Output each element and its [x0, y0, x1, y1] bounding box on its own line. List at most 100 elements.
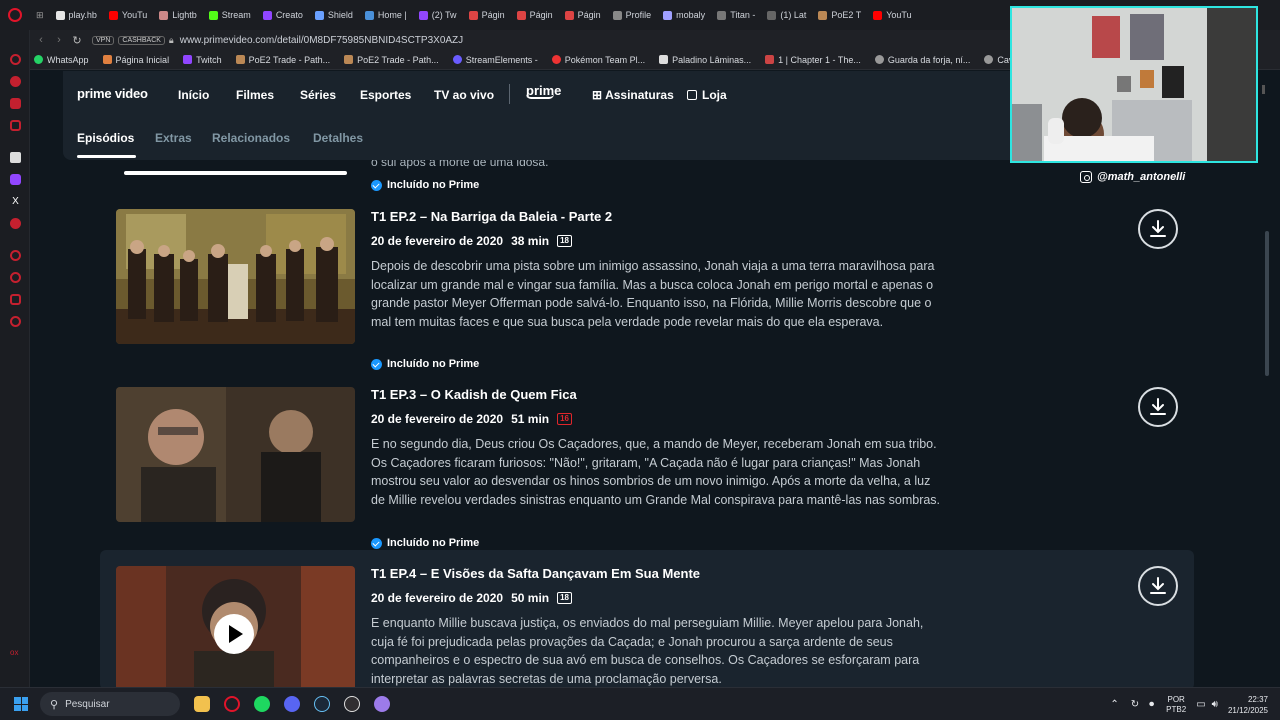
browser-tab[interactable]: (2) Tw [413, 4, 463, 26]
taskbar-search[interactable]: ⚲ Pesquisar [40, 692, 180, 716]
browser-tab[interactable]: PoE2 T [812, 4, 867, 26]
sidebar-app-icon[interactable] [10, 218, 21, 229]
tab-label: Profile [625, 10, 652, 20]
app-taskbar-icon[interactable] [374, 696, 390, 712]
bookmark-item[interactable]: 1 | Chapter 1 - The... [765, 55, 861, 65]
obs-icon[interactable] [344, 696, 360, 712]
display-icon[interactable]: ▭ [1196, 699, 1205, 710]
episode-thumbnail[interactable] [116, 209, 355, 344]
nav-filmes[interactable]: Filmes [236, 88, 274, 102]
tab-label: Págin [577, 10, 601, 20]
chat-icon[interactable] [10, 98, 21, 109]
tab-detalhes[interactable]: Detalhes [313, 131, 363, 145]
prime-logo[interactable]: prime [526, 83, 561, 99]
play-button[interactable] [214, 614, 254, 654]
episode-title[interactable]: T1 EP.2 – Na Barriga da Baleia - Parte 2 [371, 209, 612, 224]
url-field[interactable]: www.primevideo.com/detail/0M8DF75985NBNI… [180, 35, 463, 46]
download-button[interactable] [1138, 566, 1178, 606]
ai-icon[interactable] [10, 152, 21, 163]
file-explorer-icon[interactable] [194, 696, 210, 712]
browser-tab[interactable]: Titan - [711, 4, 761, 26]
browser-tab[interactable]: Págin [559, 4, 607, 26]
included-badge: Incluído no Prime [371, 179, 479, 191]
prime-video-logo[interactable]: prime video [77, 86, 148, 101]
windows-start-icon[interactable] [14, 697, 28, 711]
episode-title[interactable]: T1 EP.3 – O Kadish de Quem Fica [371, 387, 577, 402]
twitch-sidebar-icon[interactable] [10, 174, 21, 185]
mic-icon[interactable]: ⏺ [1149, 699, 1154, 710]
bookmarks-sidebar-icon[interactable] [10, 294, 21, 305]
x-icon[interactable]: X [10, 196, 21, 207]
tab-label: play.hb [68, 10, 97, 20]
settings-icon[interactable] [10, 316, 21, 327]
browser-tab[interactable]: Págin [511, 4, 559, 26]
browser-tab[interactable]: Home | [359, 4, 413, 26]
music-icon[interactable] [10, 250, 21, 261]
opera-taskbar-icon[interactable] [224, 696, 240, 712]
cashback-badge[interactable]: CASHBACK [118, 35, 165, 45]
nav-subscriptions[interactable]: ⊞ Assinaturas [592, 88, 674, 102]
nav-series[interactable]: Séries [300, 88, 336, 102]
browser-tab[interactable]: play.hb [50, 4, 103, 26]
download-button[interactable] [1138, 387, 1178, 427]
instagram-icon[interactable] [10, 120, 21, 131]
browser-tab[interactable]: Lightb [153, 4, 203, 26]
vpn-badge[interactable]: VPN [92, 35, 115, 45]
browser-tab[interactable]: Págin [463, 4, 511, 26]
browser-tab[interactable]: mobaly [657, 4, 711, 26]
episode-thumbnail[interactable] [116, 387, 355, 522]
whatsapp-sidebar-icon[interactable] [10, 76, 21, 87]
steam-icon[interactable] [314, 696, 330, 712]
bookmark-item[interactable]: Pokémon Team Pl... [551, 55, 645, 65]
volume-icon[interactable]: 🔊︎ [1212, 699, 1218, 710]
bookmark-item[interactable]: Página Inicial [102, 55, 169, 65]
language-indicator[interactable]: POR PTB2 [1166, 695, 1186, 715]
tab-label: Titan - [730, 10, 756, 20]
browser-tab[interactable]: Shield [309, 4, 359, 26]
bookmark-item[interactable]: PoE2 Trade - Path... [235, 55, 330, 65]
browser-tab[interactable]: Profile [607, 4, 658, 26]
browser-tab[interactable]: YouTu [867, 4, 917, 26]
bookmark-item[interactable]: Paladino Lâminas... [659, 55, 751, 65]
episode-title[interactable]: T1 EP.4 – E Visões da Safta Dançavam Em … [371, 566, 700, 581]
page-scrollbar-thumb[interactable] [1265, 231, 1269, 376]
tab-episodios[interactable]: Episódios [77, 131, 134, 145]
tab-menu-icon[interactable]: ⊞ [30, 4, 50, 26]
taskbar-clock[interactable]: 22:37 21/12/2025 [1228, 694, 1268, 716]
tab-relacionados[interactable]: Relacionados [212, 131, 290, 145]
forward-icon[interactable]: › [50, 34, 68, 46]
nav-inicio[interactable]: Início [178, 88, 209, 102]
sidebar-more-icon[interactable]: ox [10, 648, 21, 659]
nav-tv-ao-vivo[interactable]: TV ao vivo [434, 88, 494, 102]
tab-extras[interactable]: Extras [155, 131, 192, 145]
episode-thumbnail-image [116, 209, 355, 344]
browser-tab[interactable]: Creato [257, 4, 309, 26]
bookmark-item[interactable]: Twitch [183, 55, 222, 65]
discord-icon[interactable] [284, 696, 300, 712]
bookmark-item[interactable]: StreamElements - [452, 55, 538, 65]
sync-icon[interactable]: ↻ [1131, 699, 1139, 710]
browser-tab[interactable]: YouTu [103, 4, 153, 26]
spotify-icon[interactable] [254, 696, 270, 712]
nav-esportes[interactable]: Esportes [360, 88, 411, 102]
browser-tab[interactable]: (1) Lat [761, 4, 812, 26]
history-icon[interactable] [10, 272, 21, 283]
included-badge: Incluído no Prime [371, 358, 479, 370]
bookmark-item[interactable]: PoE2 Trade - Path... [344, 55, 439, 65]
download-button[interactable] [1138, 209, 1178, 249]
download-icon [1150, 398, 1166, 415]
bookmark-item[interactable]: WhatsApp [34, 55, 89, 65]
opera-logo-icon[interactable] [8, 8, 22, 22]
included-label: Incluído no Prime [387, 537, 480, 549]
nav-store[interactable]: Loja [687, 88, 727, 102]
episode-thumbnail[interactable] [116, 566, 355, 687]
reload-icon[interactable]: ↻ [68, 34, 86, 47]
episode-date: 20 de fevereiro de 2020 [371, 412, 504, 426]
messenger-icon[interactable] [10, 54, 21, 65]
bookmark-item[interactable]: Guarda da forja, ní... [874, 55, 970, 65]
browser-tab[interactable]: Stream [203, 4, 257, 26]
clock-date: 21/12/2025 [1227, 705, 1268, 715]
age-rating-badge: 16 [557, 413, 573, 425]
tray-chevron-icon[interactable]: ⌃ [1110, 699, 1118, 710]
back-icon[interactable]: ‹ [32, 34, 50, 46]
